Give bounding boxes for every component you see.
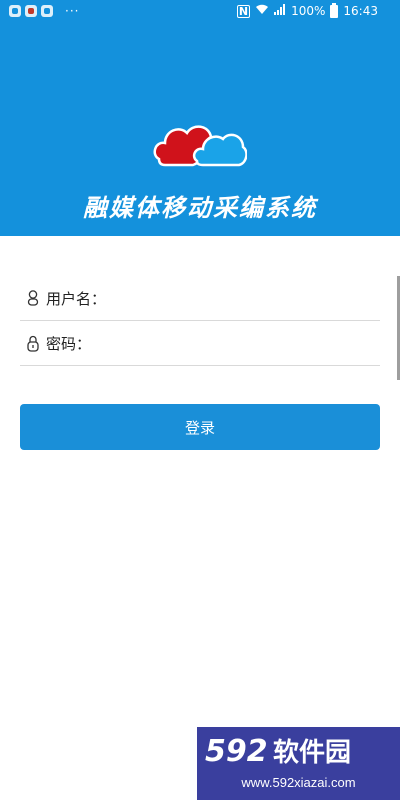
username-input[interactable] [110, 282, 380, 314]
username-label: 用户名： [46, 289, 107, 308]
status-bar-left: ··· [9, 5, 79, 17]
user-icon [26, 288, 40, 308]
login-screen: ··· N 100% 16:43 融媒体移动采编系统 用户名： 密码： 登录 5… [0, 0, 400, 800]
battery-percent: 100% [291, 4, 326, 18]
watermark-url: www.592xiazai.com [241, 775, 356, 790]
status-bar-right: N 100% 16:43 [236, 2, 378, 18]
app-notification-icon [25, 5, 37, 17]
password-label: 密码： [46, 334, 92, 353]
lock-icon [26, 333, 40, 353]
login-button[interactable]: 登录 [20, 404, 380, 450]
battery-icon [330, 2, 339, 18]
app-logo [153, 117, 248, 171]
svg-text:软件园: 软件园 [273, 738, 351, 767]
username-field[interactable]: 用户名： [20, 276, 380, 321]
wifi-icon [255, 4, 269, 18]
signal-icon [274, 4, 286, 18]
clock: 16:43 [343, 4, 378, 18]
app-title: 融媒体移动采编系统 [83, 194, 317, 222]
header-banner: ··· N 100% 16:43 融媒体移动采编系统 [0, 0, 400, 236]
watermark: 592 软件园 www.592xiazai.com [197, 727, 400, 800]
status-bar: ··· N 100% 16:43 [0, 0, 400, 24]
nfc-icon: N [236, 4, 251, 18]
password-input[interactable] [95, 327, 380, 359]
password-field[interactable]: 密码： [20, 321, 380, 366]
more-notifications-indicator: ··· [65, 4, 80, 18]
app-notification-icon [9, 5, 21, 17]
watermark-brand-logo: 592 软件园 [203, 733, 393, 769]
app-notification-icon [41, 5, 53, 17]
svg-text:592: 592 [205, 734, 268, 767]
